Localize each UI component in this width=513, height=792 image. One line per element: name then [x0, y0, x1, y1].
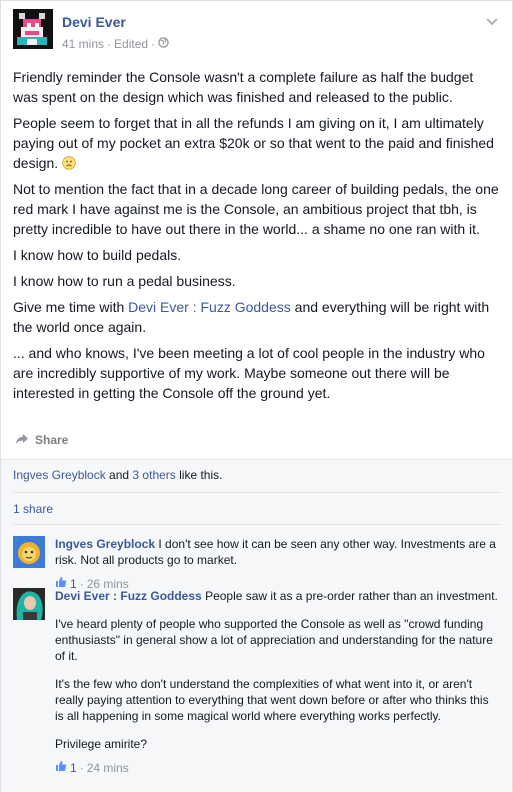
post-paragraph: ... and who knows, I've been meeting a l…	[13, 345, 485, 401]
feedback-panel: Ingves Greyblock and 3 others like this.…	[1, 459, 512, 792]
frown-emoticon-icon	[62, 155, 76, 170]
post-card: Devi Ever 41 mins · Edited · Friendly re…	[0, 0, 513, 792]
liker-name[interactable]: Ingves Greyblock	[13, 468, 106, 482]
comment: Ingves Greyblock I don't see how it can …	[13, 536, 500, 591]
page-link[interactable]: Devi Ever : Fuzz Goddess	[128, 299, 291, 315]
comment-text: Privilege amirite?	[55, 737, 148, 751]
author-avatar[interactable]	[13, 9, 53, 49]
post-paragraph: Give me time with Devi Ever : Fuzz Godde…	[13, 299, 490, 335]
post-paragraph: People seem to forget that in all the re…	[13, 115, 494, 171]
commenter-name[interactable]: Ingves Greyblock	[55, 537, 155, 551]
post-paragraph: I know how to build pedals.	[13, 247, 182, 263]
post-paragraph: Friendly reminder the Console wasn't a c…	[13, 69, 474, 105]
globe-icon	[158, 37, 169, 51]
divider	[13, 524, 500, 525]
post-paragraph: Not to mention the fact that in a decade…	[13, 181, 499, 237]
author-name[interactable]: Devi Ever	[62, 14, 126, 30]
post-meta: 41 mins · Edited ·	[62, 37, 169, 51]
shares-count[interactable]: 1 share	[13, 502, 53, 516]
comment: Devi Ever : Fuzz Goddess People saw it a…	[13, 588, 500, 788]
comment-body: Ingves Greyblock I don't see how it can …	[55, 536, 500, 592]
commenter-avatar[interactable]	[13, 536, 45, 568]
post-time[interactable]: 41 mins	[62, 37, 104, 51]
meta-separator: ·	[107, 37, 112, 51]
post-body: Friendly reminder the Console wasn't a c…	[13, 67, 501, 409]
comment-text: I've heard plenty of people who supporte…	[55, 617, 493, 663]
likers-others[interactable]: 3 others	[132, 468, 175, 482]
comment-text: People saw it as a pre-order rather than…	[205, 589, 498, 603]
thumbs-up-icon[interactable]	[55, 760, 67, 776]
commenter-name[interactable]: Devi Ever : Fuzz Goddess	[55, 589, 202, 603]
edited-label[interactable]: Edited	[114, 37, 148, 51]
share-arrow-icon	[15, 433, 29, 448]
divider	[13, 492, 500, 493]
comment-actions: 1 · 24 mins	[55, 760, 500, 776]
share-label: Share	[35, 433, 69, 447]
meta-separator-2: ·	[151, 37, 156, 51]
post-header: Devi Ever 41 mins · Edited ·	[13, 9, 500, 57]
comment-text: It's the few who don't understand the co…	[55, 677, 489, 723]
commenter-avatar[interactable]	[13, 588, 45, 620]
chevron-down-icon[interactable]	[484, 13, 500, 29]
comment-like-count[interactable]: 1	[70, 760, 77, 776]
share-button[interactable]: Share	[15, 431, 68, 449]
post-paragraph: I know how to run a pedal business.	[13, 273, 236, 289]
comment-time[interactable]: 24 mins	[87, 760, 129, 776]
likes-summary: Ingves Greyblock and 3 others like this.	[13, 468, 223, 482]
comment-body: Devi Ever : Fuzz Goddess People saw it a…	[55, 588, 500, 776]
